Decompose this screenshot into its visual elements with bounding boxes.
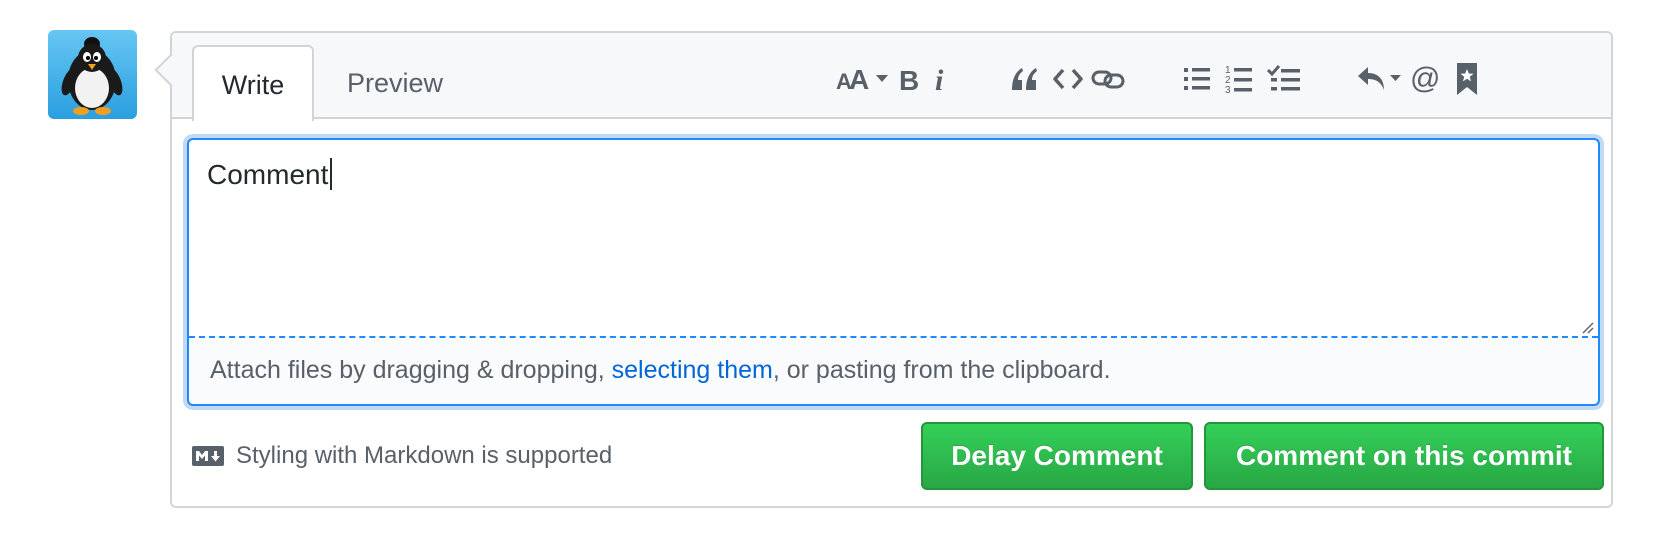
comment-text-value[interactable]: Comment	[207, 158, 333, 191]
svg-text:A: A	[849, 64, 869, 95]
file-attachment-area[interactable]: Attach files by dragging & dropping, sel…	[189, 336, 1598, 404]
attach-text-prefix: Attach files by dragging & dropping,	[210, 356, 612, 384]
bold-icon[interactable]: B	[896, 57, 922, 101]
mention-icon[interactable]: @	[1408, 57, 1442, 101]
text-cursor	[330, 158, 333, 190]
delay-comment-button[interactable]: Delay Comment	[921, 422, 1193, 490]
markdown-icon	[192, 446, 224, 466]
penguin-avatar-image	[61, 37, 123, 115]
task-list-icon[interactable]	[1266, 57, 1302, 101]
comment-form: Write Preview A A B i 123 @ Comment Atta…	[154, 31, 1613, 508]
bookmark-icon[interactable]	[1452, 57, 1482, 101]
tab-preview[interactable]: Preview	[330, 45, 460, 121]
quote-icon[interactable]	[1008, 57, 1040, 101]
bullet-list-icon[interactable]	[1182, 57, 1212, 101]
code-icon[interactable]	[1052, 57, 1084, 101]
select-files-link[interactable]: selecting them	[612, 356, 773, 384]
comment-form-header: Write Preview A A B i 123 @	[172, 33, 1611, 121]
svg-text:i: i	[935, 64, 944, 94]
comment-textarea[interactable]: Comment Attach files by dragging & dropp…	[187, 138, 1600, 406]
svg-text:B: B	[899, 65, 919, 94]
markdown-hint-text: Styling with Markdown is supported	[236, 442, 613, 469]
svg-text:3: 3	[1225, 85, 1231, 94]
italic-icon[interactable]: i	[930, 57, 952, 101]
header-icon[interactable]: A A	[836, 57, 892, 101]
avatar[interactable]	[48, 30, 137, 119]
attach-text-suffix: , or pasting from the clipboard.	[772, 356, 1111, 384]
svg-text:@: @	[1410, 63, 1440, 95]
comment-on-commit-button[interactable]: Comment on this commit	[1204, 422, 1604, 490]
reply-icon[interactable]	[1356, 57, 1402, 101]
link-icon[interactable]	[1090, 57, 1126, 101]
numbered-list-icon[interactable]: 123	[1224, 57, 1254, 101]
markdown-hint[interactable]: Styling with Markdown is supported	[192, 442, 612, 470]
tab-write[interactable]: Write	[192, 45, 314, 121]
